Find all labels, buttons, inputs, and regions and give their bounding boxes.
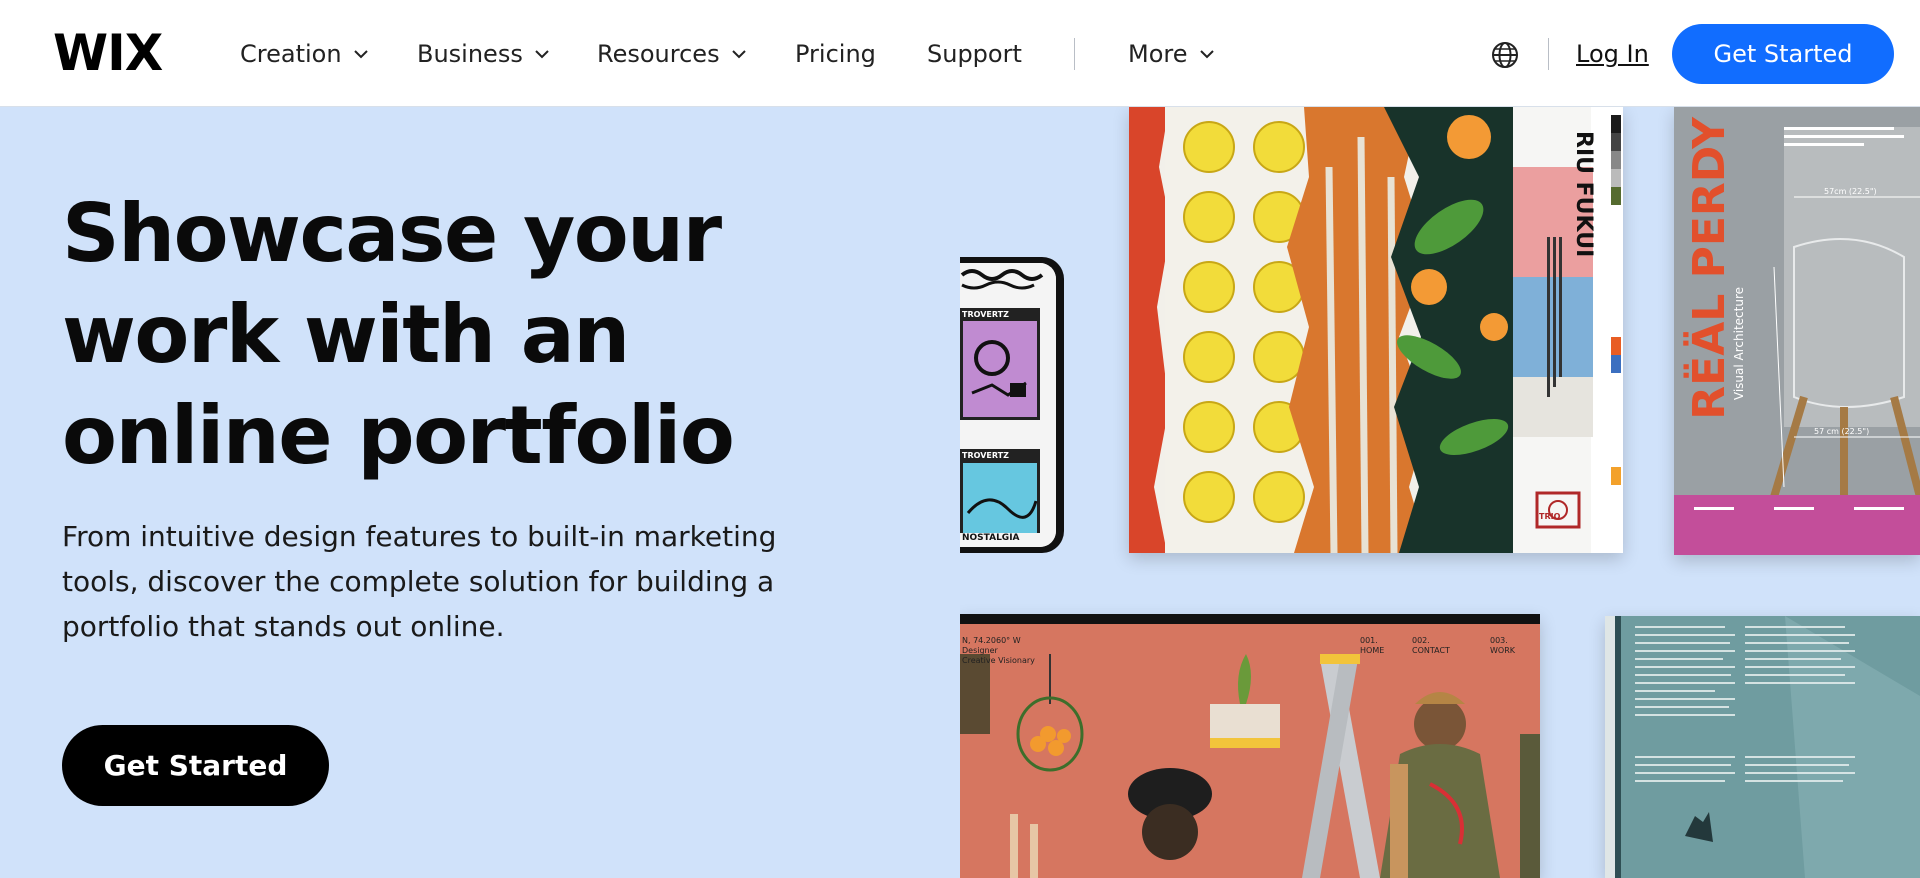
site-caption-line: Designer — [962, 646, 998, 655]
real-perdy-subtitle: Visual Architecture — [1732, 287, 1746, 401]
nav-item-more[interactable]: More — [1128, 38, 1216, 70]
portfolio-gallery: TROVERTZ TROVERTZ NOSTALGIA RIU FUKUI TR… — [960, 107, 1920, 878]
nav-item-business[interactable]: Business — [417, 38, 551, 70]
site-caption-line: Creative Visionary — [962, 656, 1035, 665]
headline-line: Showcase your — [62, 187, 722, 280]
nav-divider — [1548, 38, 1549, 70]
book-graphic — [1605, 616, 1920, 878]
phone-mag-label: NOSTALGIA — [962, 533, 1020, 543]
nav-item-creation[interactable]: Creation — [240, 38, 370, 70]
phone-mag-label: TROVERTZ — [962, 310, 1009, 319]
photo-scene-graphic — [960, 614, 1540, 878]
header-get-started-button[interactable]: Get Started — [1672, 24, 1894, 84]
poster-title: RIU FUKUI — [1571, 131, 1596, 258]
book-spread-image — [1605, 616, 1920, 878]
phone-magazine-graphic — [960, 263, 1056, 547]
nav-item-support[interactable]: Support — [927, 38, 1022, 70]
nav-label: Resources — [597, 40, 720, 68]
site-nav-home: 001. HOME — [1360, 636, 1385, 655]
poster-logo: TRIO — [1539, 512, 1561, 521]
nav-label: Support — [927, 40, 1022, 68]
chevron-down-icon — [1199, 50, 1214, 59]
dimension-label: 57 cm (22.5") — [1814, 427, 1870, 436]
nav-item-resources[interactable]: Resources — [597, 38, 748, 70]
chevron-down-icon — [353, 50, 368, 59]
site-caption-line: N, 74.2060° W — [962, 636, 1021, 645]
dimension-label: 57cm (22.5") — [1824, 187, 1877, 196]
site-header: WIX Creation Business Resources Pricing … — [0, 0, 1920, 107]
wix-logo[interactable]: WIX — [53, 28, 163, 78]
phone-mag-label: TROVERTZ — [962, 451, 1009, 460]
chevron-down-icon — [535, 50, 549, 59]
website-preview-image: N, 74.2060° W Designer Creative Visionar… — [960, 614, 1540, 878]
real-perdy-title: RËÄL PERDY — [1684, 117, 1735, 420]
site-nav-contact: 002. CONTACT — [1412, 636, 1450, 655]
login-link[interactable]: Log In — [1576, 38, 1649, 70]
nav-divider — [1074, 38, 1075, 70]
nav-label: Creation — [240, 40, 342, 68]
nav-item-pricing[interactable]: Pricing — [795, 38, 876, 70]
globe-icon[interactable] — [1490, 40, 1520, 70]
nav-label: Business — [417, 40, 523, 68]
site-caption: N, 74.2060° W Designer Creative Visionar… — [962, 636, 1035, 666]
real-perdy-poster-image: RËÄL PERDY Visual Architecture 57cm (22.… — [1674, 107, 1920, 555]
collage-poster-image: RIU FUKUI TRIO — [1129, 107, 1623, 553]
headline-line: online portfolio — [62, 389, 735, 482]
chevron-down-icon — [731, 50, 746, 59]
site-nav-work: 003. WORK — [1490, 636, 1516, 655]
hero-headline: Showcase your work with an online portfo… — [62, 183, 822, 486]
hero-subtext: From intuitive design features to built-… — [62, 520, 777, 643]
headline-line: work with an — [62, 288, 630, 381]
nav-label: Pricing — [795, 40, 876, 68]
hero-get-started-button[interactable]: Get Started — [62, 725, 329, 806]
phone-mockup-image: TROVERTZ TROVERTZ NOSTALGIA — [960, 257, 1064, 553]
nav-label: More — [1128, 40, 1188, 68]
